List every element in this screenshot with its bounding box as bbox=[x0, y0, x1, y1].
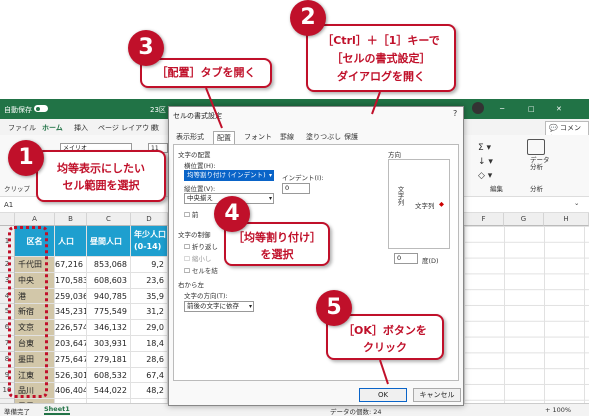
pointer-arrows bbox=[205, 87, 389, 385]
arrow-line-5 bbox=[379, 359, 389, 385]
arrow-line-3 bbox=[205, 87, 223, 129]
arrow-line-2 bbox=[371, 91, 381, 115]
